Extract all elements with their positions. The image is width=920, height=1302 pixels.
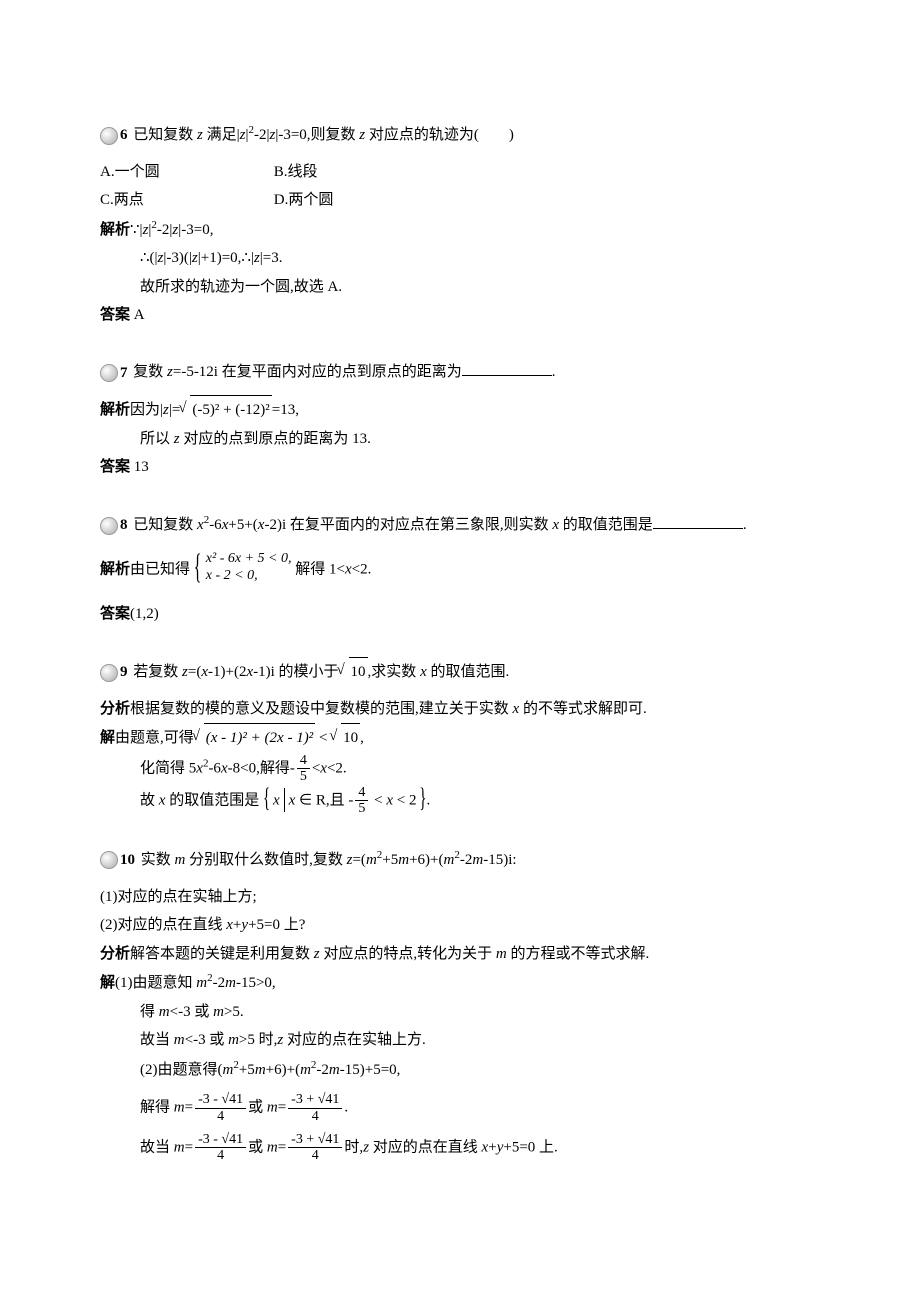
q10-s1e: 故当 m<-3 或 m>5 时,z 对应的点在实轴上方. [100,1026,820,1055]
question-7: 7 复数 z=-5-12i 在复平面内对应的点到原点的距离为. [100,358,820,387]
q8-answer: 答案(1,2) [100,600,820,629]
q10-p2: (2)对应的点在直线 x+y+5=0 上? [100,911,820,940]
q9-sol2: 化简得 5x2-6x-8<0,解得-45<x<2. [100,753,820,785]
bullet-icon [100,517,118,535]
q6-ana3: 故所求的轨迹为一个圆,故选 A. [100,273,820,302]
q9-text: 若复数 z=(x-1)+(2x-1)i 的模小于10,求实数 x 的取值范围. [133,664,509,680]
sqrt: (-5)² + (-12)² [180,395,271,425]
bullet-icon [100,364,118,382]
q7-answer: 答案 13 [100,453,820,482]
qnum-9: 9 [100,658,130,687]
brace: x² - 6x + 5 < 0, x - 2 < 0, [194,550,292,590]
fraction: -3 - √414 [195,1132,246,1164]
q6-optA: A.一个圆 [100,158,270,187]
q10-fx: 分析解答本题的关键是利用复数 z 对应点的特点,转化为关于 m 的方程或不等式求… [100,940,820,969]
q9-sol3: 故 x 的取值范围是 xx ∈ R,且 -45 < x < 2 . [100,785,820,817]
num: 7 [120,359,128,388]
fraction: 45 [297,753,310,785]
fraction: -3 + √414 [288,1092,342,1124]
q6-options: A.一个圆 B.线段 [100,158,820,187]
set-braces: xx ∈ R,且 -45 < x < 2 [263,785,427,817]
qnum-8: 8 [100,511,130,540]
num: 6 [120,121,128,150]
sqrt: 10 [331,723,360,753]
q10-p1: (1)对应的点在实轴上方; [100,883,820,912]
vbar [284,788,285,812]
q6-analysis: 解析∵|z|2-2|z|-3=0, [100,215,820,245]
qnum-6: 6 [100,121,130,150]
sqrt: (x - 1)² + (2x - 1)² [194,723,315,753]
q10-s2: (2)由题意得(m2+5m+6)+(m2-2m-15)+5=0, [100,1055,820,1085]
blank [462,360,552,376]
q6-options2: C.两点 D.两个圆 [100,186,820,215]
qnum-10: 10 [100,846,137,875]
q10-text: 实数 m 分别取什么数值时,复数 z=(m2+5m+6)+(m2-2m-15)i… [141,852,517,868]
question-10: 10 实数 m 分别取什么数值时,复数 z=(m2+5m+6)+(m2-2m-1… [100,845,820,875]
fraction: 45 [355,785,368,817]
q6-text: 已知复数 z 满足|z|2-2|z|-3=0,则复数 z 对应点的轨迹为( ) [133,127,514,143]
question-8: 8 已知复数 x2-6x+5+(x-2)i 在复平面内的对应点在第三象限,则实数… [100,510,820,540]
num: 8 [120,511,128,540]
q7-analysis: 解析因为|z|=(-5)² + (-12)²=13, [100,395,820,425]
qnum-7: 7 [100,359,130,388]
num: 9 [120,658,128,687]
q9-sol: 解由题意,可得(x - 1)² + (2x - 1)² < 10, [100,723,820,753]
q8-text: 已知复数 x2-6x+5+(x-2)i 在复平面内的对应点在第三象限,则实数 x… [133,517,746,533]
q6-answer: 答案 A [100,301,820,330]
blank [653,513,743,529]
q7-ana2: 所以 z 对应的点到原点的距离为 13. [100,425,820,454]
q10-s1d: 得 m<-3 或 m>5. [100,998,820,1027]
num: 10 [120,846,135,875]
q10-s1: 解(1)由题意知 m2-2m-15>0, [100,968,820,998]
q9-fx: 分析根据复数的模的意义及题设中复数模的范围,建立关于实数 x 的不等式求解即可. [100,695,820,724]
q10-s2f: 解得 m=-3 - √414或 m=-3 + √414. [100,1092,820,1124]
q7-text: 复数 z=-5-12i 在复平面内对应的点到原点的距离为. [133,364,555,380]
bullet-icon [100,664,118,682]
question-6: 6 已知复数 z 满足|z|2-2|z|-3=0,则复数 z 对应点的轨迹为( … [100,120,820,150]
q6-ana2: ∴(|z|-3)(|z|+1)=0,∴|z|=3. [100,244,820,273]
q6-optD: D.两个圆 [274,186,444,215]
q6-optC: C.两点 [100,186,270,215]
q8-analysis: 解析由已知得 x² - 6x + 5 < 0, x - 2 < 0, 解得 1<… [100,550,820,590]
question-9: 9 若复数 z=(x-1)+(2x-1)i 的模小于10,求实数 x 的取值范围… [100,657,820,687]
q6-optB: B.线段 [274,158,444,187]
bullet-icon [100,851,118,869]
q10-s2g: 故当 m=-3 - √414或 m=-3 + √414时,z 对应的点在直线 x… [100,1132,820,1164]
fraction: -3 - √414 [195,1092,246,1124]
bullet-icon [100,127,118,145]
fraction: -3 + √414 [288,1132,342,1164]
sqrt: 10 [339,657,368,687]
